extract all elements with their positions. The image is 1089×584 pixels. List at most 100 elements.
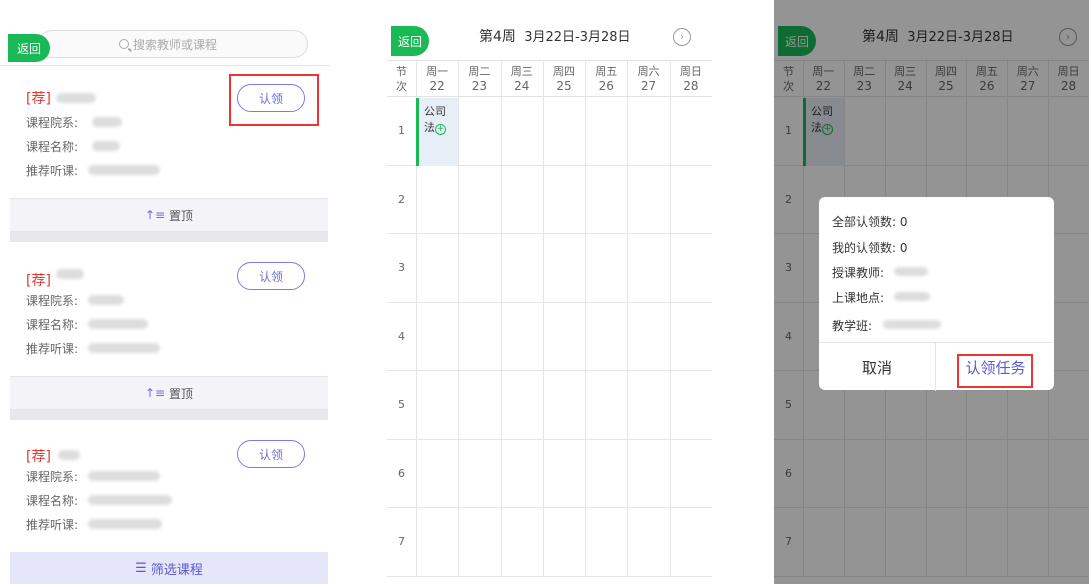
highlight-box	[957, 354, 1033, 388]
schedule-panel: 返回 第4周 3月22日-3月28日 › 节次周一 22 周二 23 周三 24 周四 25 周…	[387, 0, 712, 584]
dept-label: 课程院系:	[26, 470, 79, 484]
teacher-label: 授课教师:	[832, 266, 885, 280]
period-row: 5	[387, 371, 712, 440]
divider	[10, 232, 328, 242]
cancel-button[interactable]: 取消	[819, 343, 936, 391]
period-row: 4	[387, 303, 712, 371]
redacted-course	[92, 141, 120, 151]
filter-label: 筛选课程	[150, 562, 203, 578]
week-number: 第4周	[479, 29, 516, 45]
grid-line	[669, 61, 671, 577]
day-date: 27	[640, 79, 657, 93]
claim-button[interactable]: 认领	[237, 440, 305, 468]
redacted-class	[883, 320, 941, 329]
claim-button[interactable]: 认领	[237, 262, 305, 290]
back-button[interactable]: 返回	[8, 34, 50, 62]
redacted-course	[88, 495, 172, 505]
day-header: 周五 26	[585, 61, 628, 97]
listen-label: 推荐听课:	[26, 518, 79, 532]
search-input[interactable]: 搜索教师或课程	[38, 30, 308, 58]
period-number: 4	[398, 329, 405, 343]
add-icon[interactable]: +	[435, 124, 446, 135]
filter-courses-button[interactable]: ☰ 筛选课程	[10, 552, 328, 584]
day-header: 周一 22	[416, 61, 459, 97]
day-name: 周一	[426, 65, 449, 78]
period-number: 7	[398, 535, 405, 549]
redacted-dept	[88, 295, 124, 305]
day-date: 28	[683, 79, 699, 93]
location-label: 上课地点:	[832, 291, 885, 305]
recommend-tag: [荐]	[26, 273, 51, 289]
week-title: 第4周 3月22日-3月28日	[479, 26, 631, 46]
pin-bar[interactable]: ↑≡ 置顶	[10, 198, 328, 232]
redacted-location	[894, 292, 930, 301]
date-range: 3月22日-3月28日	[524, 30, 631, 45]
back-button[interactable]: 返回	[391, 26, 429, 56]
pin-icon: ↑≡	[144, 386, 166, 400]
day-header: 周日 28	[669, 61, 712, 97]
course-name-line1: 公司	[424, 105, 446, 118]
pin-bar[interactable]: ↑≡ 置顶	[10, 376, 328, 410]
dept-label: 课程院系:	[26, 294, 79, 308]
day-header: 周六 27	[627, 61, 670, 97]
redacted-listen	[88, 343, 160, 353]
day-name: 周四	[552, 65, 575, 78]
course-card: [荐] 课程院系: 课程名称: 推荐听课: 认领	[0, 242, 330, 376]
period-row: 6	[387, 440, 712, 508]
redacted-name	[56, 93, 96, 103]
day-date: 23	[471, 79, 488, 93]
redacted-teacher	[894, 267, 928, 276]
day-header: 周二 23	[458, 61, 501, 97]
my-claims-text: 我的认领数: 0	[832, 241, 908, 255]
day-name: 周日	[679, 65, 702, 78]
grid-line	[585, 61, 587, 577]
next-week-icon[interactable]: ›	[673, 28, 691, 46]
search-icon	[119, 39, 129, 49]
day-date: 25	[556, 79, 572, 93]
course-list-panel: 搜索教师或课程 返回 [荐] 课程院系: 课程名称: 推荐听课: 认领 ↑≡ 置…	[0, 0, 330, 584]
period-header-bottom: 次	[396, 80, 407, 93]
pin-label: 置顶	[169, 386, 194, 401]
period-number: 6	[398, 466, 405, 480]
course-card: [荐] 课程院系: 课程名称: 推荐听课: 认领	[0, 420, 330, 552]
grid-line	[627, 61, 629, 577]
highlight-box	[229, 74, 319, 126]
listen-label: 推荐听课:	[26, 342, 79, 356]
grid-line	[542, 61, 544, 577]
claim-dialog-panel: 返回 第4周 3月22日-3月28日 › 节次周一 22 周二 23 周三 24 周四 25 周…	[774, 0, 1089, 584]
listen-label: 推荐听课:	[26, 164, 79, 178]
pin-label: 置顶	[169, 208, 194, 223]
day-name: 周六	[637, 65, 660, 78]
redacted-course	[88, 319, 148, 329]
period-row: 7	[387, 508, 712, 577]
course-cell[interactable]: 公司法 +	[416, 98, 459, 166]
redacted-dept	[92, 117, 122, 127]
redacted-dept	[88, 471, 160, 481]
class-label: 教学班:	[832, 319, 873, 333]
day-date: 22	[429, 79, 445, 93]
redacted-listen	[88, 165, 160, 175]
period-row: 3	[387, 234, 712, 303]
redacted-listen	[88, 519, 162, 529]
period-header: 节次	[387, 61, 416, 97]
course-name-label: 课程名称:	[26, 494, 79, 508]
search-placeholder: 搜索教师或课程	[133, 37, 218, 52]
day-header: 周四 25	[542, 61, 586, 97]
divider	[10, 410, 328, 420]
recommend-tag: [荐]	[26, 91, 51, 107]
course-name-label: 课程名称:	[26, 318, 79, 332]
day-name: 周三	[510, 65, 533, 78]
period-number: 3	[398, 261, 405, 275]
day-header: 周三 24	[500, 61, 543, 97]
course-name-line2: 法 +	[424, 121, 446, 135]
period-number: 2	[398, 192, 405, 206]
redacted-name	[58, 450, 80, 460]
day-date: 26	[598, 79, 614, 93]
pin-icon: ↑≡	[144, 208, 166, 222]
grid-line	[500, 61, 502, 577]
day-date: 24	[514, 79, 530, 93]
course-name-label: 课程名称:	[26, 140, 79, 154]
day-name: 周二	[468, 65, 491, 78]
all-claims-text: 全部认领数: 0	[832, 215, 908, 229]
filter-icon: ☰	[135, 560, 147, 576]
